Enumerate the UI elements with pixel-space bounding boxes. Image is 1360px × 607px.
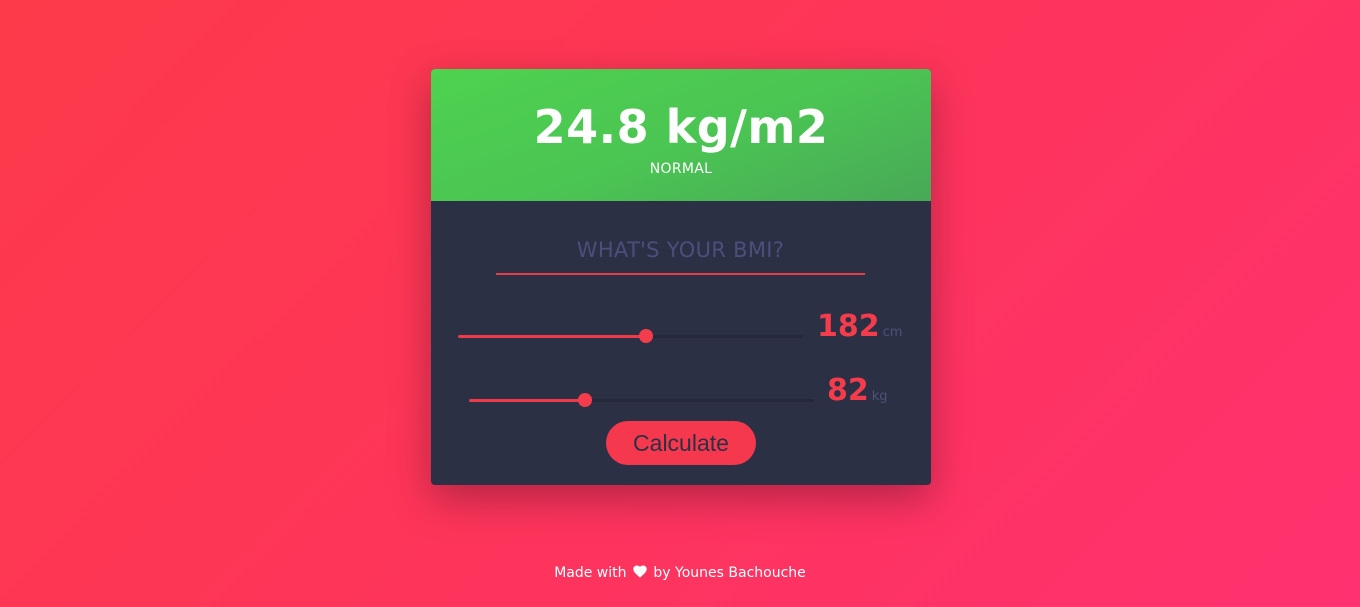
weight-slider-thumb[interactable]	[577, 393, 592, 407]
heart-icon	[633, 564, 647, 584]
height-value: 182	[817, 309, 880, 344]
bmi-category-label: NORMAL	[649, 161, 713, 177]
footer-prefix: Made with	[554, 565, 627, 581]
bmi-question-heading: WHAT'S YOUR BMI?	[576, 238, 785, 262]
footer-suffix: by Younes Bachouche	[653, 565, 806, 581]
weight-slider-fill	[469, 399, 585, 402]
weight-reading: 82 kg	[827, 373, 888, 409]
weight-unit: kg	[871, 389, 888, 404]
bmi-card: 24.8 kg/m2 NORMAL WHAT'S YOUR BMI? 182 cm…	[431, 69, 931, 485]
height-slider-fill	[458, 335, 647, 338]
weight-value: 82	[827, 373, 869, 408]
height-slider-thumb[interactable]	[639, 329, 654, 343]
height-unit: cm	[882, 325, 903, 340]
height-slider[interactable]	[458, 329, 803, 343]
result-panel: 24.8 kg/m2 NORMAL	[431, 69, 931, 201]
weight-slider[interactable]	[469, 393, 814, 407]
heading-underline	[496, 273, 865, 275]
bmi-result-value: 24.8 kg/m2	[533, 100, 829, 154]
height-reading: 182 cm	[817, 309, 902, 345]
footer-credit: Made with by Younes Bachouche	[0, 563, 1360, 584]
calculate-button[interactable]: Calculate	[606, 421, 756, 465]
